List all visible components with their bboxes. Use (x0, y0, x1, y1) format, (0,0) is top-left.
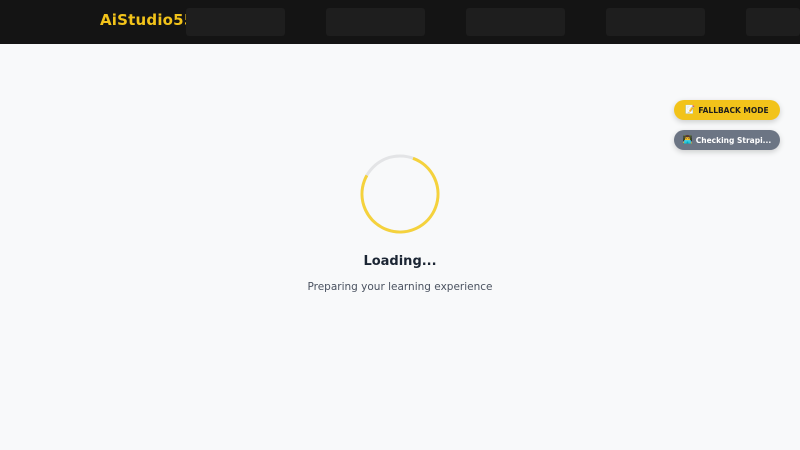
technologist-icon: 👨‍💻 (682, 135, 693, 144)
fallback-mode-label: FALLBACK MODE (698, 105, 769, 115)
nav-item-placeholder[interactable] (746, 8, 800, 36)
nav-item-placeholder[interactable] (466, 8, 565, 36)
fallback-mode-badge[interactable]: 📝 FALLBACK MODE (674, 100, 780, 120)
nav-item-placeholder[interactable] (326, 8, 425, 36)
nav-item-placeholder[interactable] (606, 8, 705, 36)
spinner-arc (360, 154, 440, 234)
checking-strapi-badge[interactable]: 👨‍💻 Checking Strapi... (674, 130, 780, 150)
checking-strapi-label: Checking Strapi... (695, 135, 772, 145)
loading-spinner (360, 154, 440, 234)
nav-item-placeholder[interactable] (186, 8, 285, 36)
top-navigation-bar: AiStudio555 (0, 0, 800, 44)
loading-subtitle: Preparing your learning experience (307, 281, 493, 293)
loading-title: Loading... (363, 254, 437, 269)
memo-icon: 📝 (685, 105, 696, 114)
